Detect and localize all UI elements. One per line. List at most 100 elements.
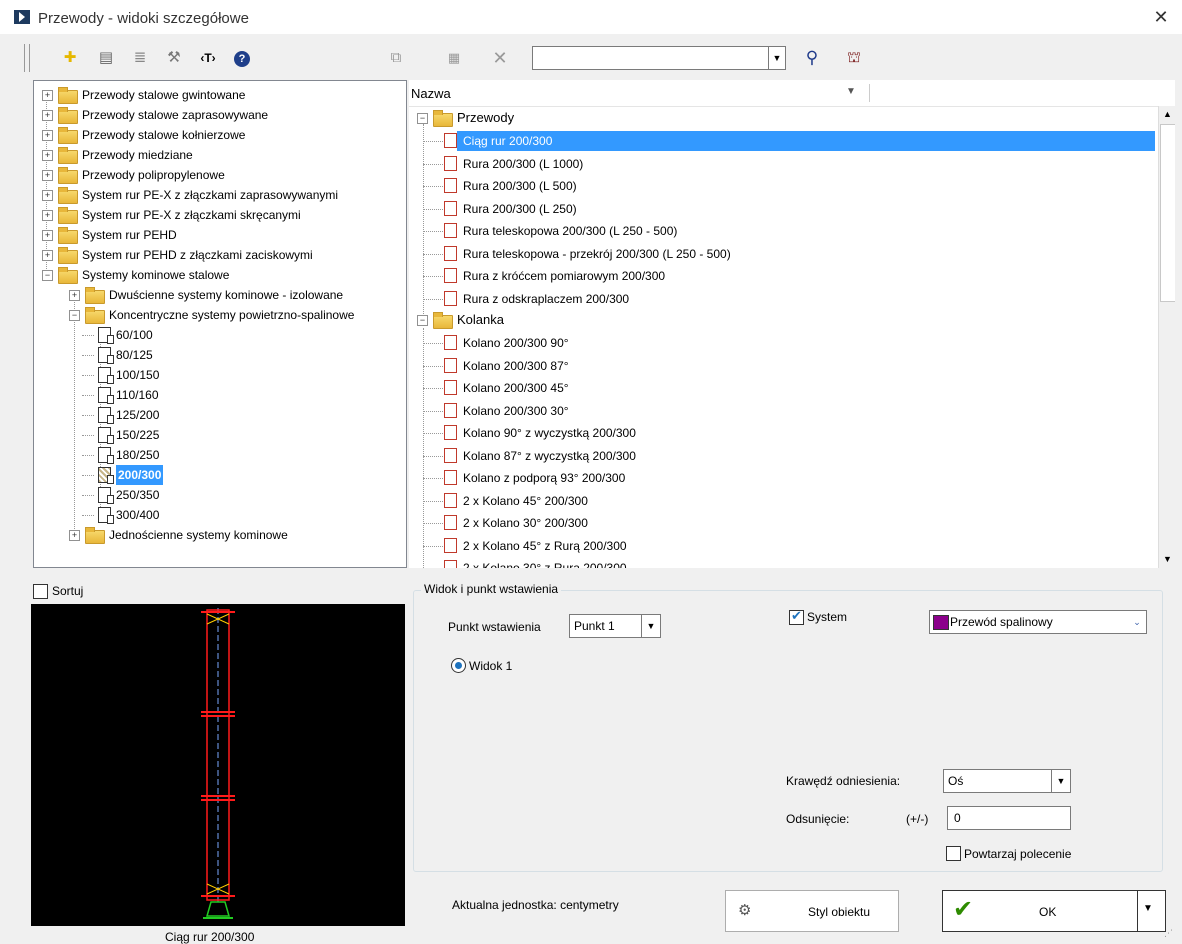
scroll-thumb[interactable]	[1160, 124, 1175, 302]
tree-folder-item[interactable]: + Przewody stalowe gwintowane	[34, 85, 406, 105]
tree-folder-item[interactable]: + System rur PEHD z złączkami zaciskowymi	[34, 245, 406, 265]
folder-icon	[58, 87, 78, 104]
expand-icon[interactable]: +	[42, 210, 53, 221]
list-item[interactable]: 2 x Kolano 45° z Rurą 200/300	[409, 535, 1157, 555]
expand-icon[interactable]: +	[42, 130, 53, 141]
item-list[interactable]: Nazwa ▼ − Przewody Ciąg rur 200/300 Rura 20…	[409, 80, 1175, 568]
tree-folder-item[interactable]: + System rur PEHD	[34, 225, 406, 245]
tree-folder-item[interactable]: + Jednościenne systemy kominowe	[34, 525, 406, 545]
scroll-down-icon[interactable]: ▼	[1159, 551, 1175, 568]
chevron-down-icon[interactable]: ▼	[1143, 903, 1153, 914]
expand-icon[interactable]: +	[42, 230, 53, 241]
tree-folder-item[interactable]: + Przewody stalowe kołnierzowe	[34, 125, 406, 145]
list-item[interactable]: 2 x Kolano 45° 200/300	[409, 490, 1157, 510]
list-item[interactable]: 2 x Kolano 30° z Rurą 200/300	[409, 557, 1157, 568]
system-checkbox[interactable]	[789, 608, 804, 625]
tree-folder-item[interactable]: + System rur PE-X z złączkami zaprasowywa…	[34, 185, 406, 205]
chevron-down-icon[interactable]: ▼	[1051, 770, 1070, 792]
tree-leaf-item[interactable]: 250/350	[34, 485, 406, 505]
tree-folder-item[interactable]: + System rur PE-X z złączkami skręcanymi	[34, 205, 406, 225]
binoculars-icon[interactable]: ⛫	[842, 46, 866, 70]
expand-icon[interactable]: +	[42, 250, 53, 261]
list-item[interactable]: Kolano 200/300 90°	[409, 332, 1157, 352]
insert-point-select[interactable]: Punkt 1 ▼	[569, 614, 661, 638]
tree-leaf-item[interactable]: 150/225	[34, 425, 406, 445]
list-icon[interactable]: ▦	[442, 46, 466, 70]
expand-icon[interactable]: +	[42, 170, 53, 181]
help-icon[interactable]: ?	[230, 46, 254, 70]
delete-icon[interactable]: ✕	[488, 46, 512, 70]
offset-input[interactable]: 0	[947, 806, 1071, 830]
add-icon[interactable]: ✚	[58, 46, 82, 70]
expand-icon[interactable]: +	[42, 90, 53, 101]
tree-folder-item[interactable]: − Koncentryczne systemy powietrzno-spalin…	[34, 305, 406, 325]
expand-icon[interactable]: +	[69, 290, 80, 301]
collapse-icon[interactable]: −	[42, 270, 53, 281]
scroll-up-icon[interactable]: ▲	[1159, 106, 1175, 123]
list-item[interactable]: Kolano z podporą 93° 200/300	[409, 467, 1157, 487]
toolbar-grip[interactable]	[24, 44, 30, 72]
element-icon	[444, 515, 457, 530]
tree-folder-item[interactable]: + Przewody miedziane	[34, 145, 406, 165]
copy-icon[interactable]: ⧉	[384, 46, 408, 70]
list-item[interactable]: Rura 200/300 (L 500)	[409, 175, 1157, 195]
repeat-checkbox[interactable]	[946, 846, 961, 861]
category-tree[interactable]: + Przewody stalowe gwintowane + Przewody st…	[33, 80, 407, 568]
object-style-button[interactable]: ⚙ Styl obiektu	[725, 890, 899, 932]
expand-icon[interactable]: +	[42, 110, 53, 121]
tree-leaf-item[interactable]: 300/400	[34, 505, 406, 525]
list-item-label: Kolano 200/300 87°	[463, 358, 569, 373]
tree-folder-item[interactable]: + Dwuścienne systemy kominowe - izolowane	[34, 285, 406, 305]
list-group[interactable]: − Przewody	[409, 108, 1157, 128]
chevron-down-icon[interactable]: ⌄	[1128, 611, 1146, 633]
view-radio[interactable]	[451, 658, 466, 673]
sort-checkbox[interactable]	[33, 584, 48, 599]
tree-leaf-item[interactable]: 80/125	[34, 345, 406, 365]
vertical-scrollbar[interactable]: ▲ ▼	[1158, 106, 1175, 568]
tree-leaf-item[interactable]: 200/300	[34, 465, 406, 485]
list-item[interactable]: Rura teleskopowa - przekrój 200/300 (L 2…	[409, 243, 1157, 263]
tree-folder-item[interactable]: − Systemy kominowe stalowe	[34, 265, 406, 285]
search-icon[interactable]: ⚲	[800, 46, 824, 70]
list-item[interactable]: Kolano 90° z wyczystką 200/300	[409, 422, 1157, 442]
tree-leaf-item[interactable]: 125/200	[34, 405, 406, 425]
close-button[interactable]: ✕	[1150, 6, 1172, 28]
list-item[interactable]: Rura z odskraplaczem 200/300	[409, 288, 1157, 308]
expand-icon[interactable]: +	[42, 190, 53, 201]
list-item[interactable]: Kolano 200/300 87°	[409, 355, 1157, 375]
list-item[interactable]: Kolano 200/300 30°	[409, 400, 1157, 420]
ok-button[interactable]: ✔ OK ▼	[942, 890, 1166, 932]
search-combo[interactable]: ▼	[532, 46, 786, 70]
expand-icon[interactable]: +	[42, 150, 53, 161]
list-item[interactable]: Kolano 87° z wyczystką 200/300	[409, 445, 1157, 465]
properties-icon[interactable]: ▤	[94, 46, 118, 70]
tools-icon[interactable]: ⚒	[162, 46, 186, 70]
chevron-down-icon[interactable]: ▼	[768, 47, 785, 69]
collapse-icon[interactable]: −	[417, 315, 428, 326]
list-item[interactable]: Rura z króćcem pomiarowym 200/300	[409, 265, 1157, 285]
tree-folder-item[interactable]: + Przewody polipropylenowe	[34, 165, 406, 185]
collapse-icon[interactable]: −	[69, 310, 80, 321]
tree-leaf-item[interactable]: 60/100	[34, 325, 406, 345]
column-header-name[interactable]: Nazwa	[411, 86, 451, 101]
list-item[interactable]: Rura teleskopowa 200/300 (L 250 - 500)	[409, 220, 1157, 240]
list-item[interactable]: Rura 200/300 (L 1000)	[409, 153, 1157, 173]
collapse-icon[interactable]: −	[417, 113, 428, 124]
tree-leaf-item[interactable]: 180/250	[34, 445, 406, 465]
list-item[interactable]: Kolano 200/300 45°	[409, 377, 1157, 397]
tree-leaf-item[interactable]: 110/160	[34, 385, 406, 405]
system-select[interactable]: Przewód spalinowy ⌄	[929, 610, 1147, 634]
tree-folder-item[interactable]: + Przewody stalowe zaprasowywane	[34, 105, 406, 125]
list-item[interactable]: Rura 200/300 (L 250)	[409, 198, 1157, 218]
chevron-down-icon[interactable]: ▼	[641, 615, 660, 637]
list-group[interactable]: − Kolanka	[409, 310, 1157, 330]
text-tag-icon[interactable]: ‹T›	[196, 46, 220, 70]
resize-grip-icon[interactable]: ⋰	[1164, 928, 1174, 938]
tree-leaf-item[interactable]: 100/150	[34, 365, 406, 385]
document-icon[interactable]: ≣	[128, 46, 152, 70]
edge-select[interactable]: Oś ▼	[943, 769, 1071, 793]
list-item[interactable]: Ciąg rur 200/300	[409, 130, 1157, 150]
chevron-down-icon[interactable]: ▼	[846, 86, 856, 97]
expand-icon[interactable]: +	[69, 530, 80, 541]
list-item[interactable]: 2 x Kolano 30° 200/300	[409, 512, 1157, 532]
